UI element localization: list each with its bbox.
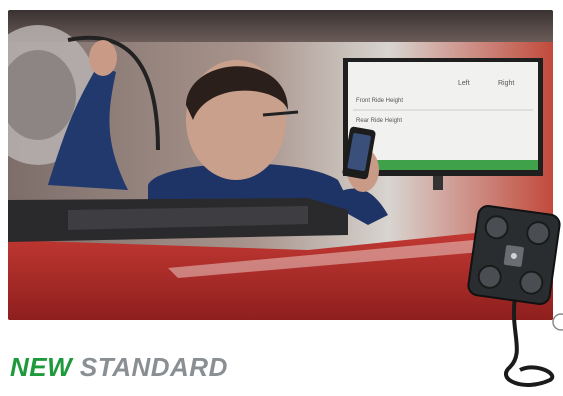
monitor-row-1: Front Ride Height: [356, 98, 403, 104]
headline: NEW STANDARD: [10, 352, 228, 383]
headline-word-standard: STANDARD: [79, 352, 228, 382]
device-cable: [504, 296, 555, 387]
monitor-row-2: Rear Ride Height: [356, 118, 402, 124]
monitor-col-left: Left: [458, 80, 470, 87]
monitor-col-right: Right: [498, 80, 514, 87]
ride-height-sensor-device: [467, 205, 563, 387]
headline-word-new: NEW: [10, 352, 73, 382]
